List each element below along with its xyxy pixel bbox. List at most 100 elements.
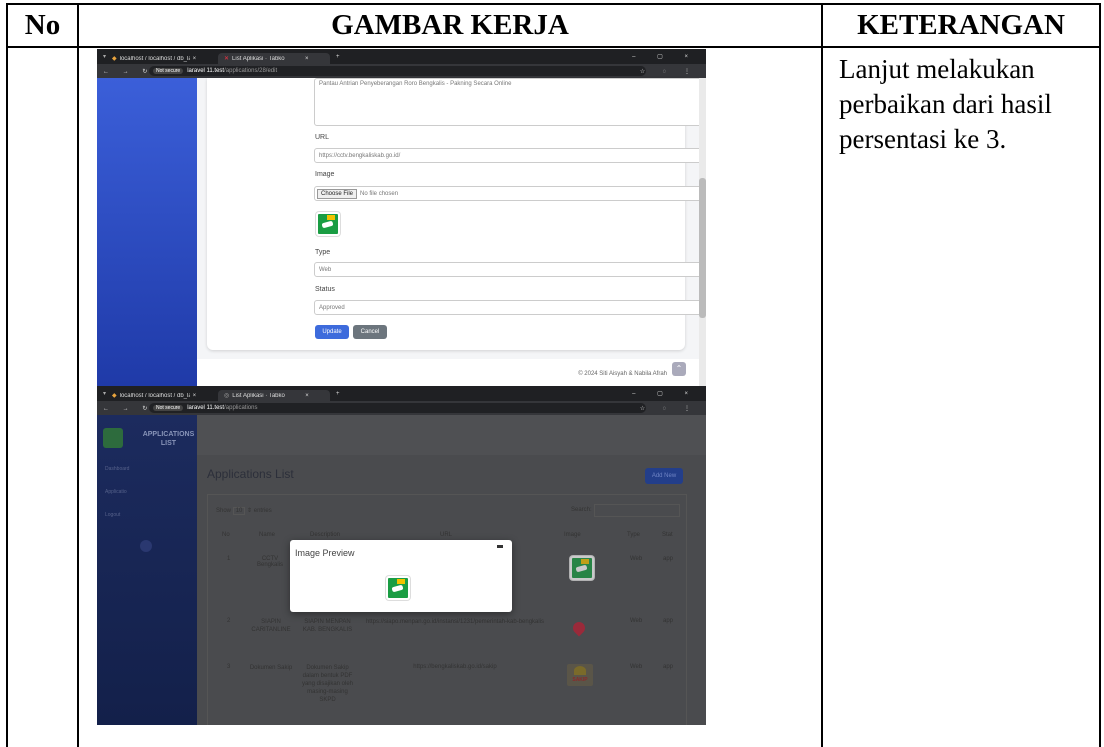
row-type: Web (630, 556, 643, 562)
row-type: Web (630, 664, 643, 670)
row-description: SIAPIN MENPAN KAB. BENGKALIS (302, 619, 353, 633)
update-button[interactable]: Update (315, 325, 349, 339)
browser-tab-active[interactable]: ◎ List Aplikasi · Tabko × (218, 390, 331, 401)
topbar (197, 415, 706, 455)
image-label: Image (315, 171, 335, 178)
column-header-no[interactable]: No (222, 532, 230, 538)
type-select[interactable]: Web⌄ (314, 262, 706, 277)
browser-actions-icon[interactable]: ☆ ◌ ⋮ (640, 405, 698, 412)
url-label: URL (315, 134, 330, 141)
column-header-url[interactable]: URL (440, 532, 452, 538)
search-input[interactable] (594, 504, 680, 517)
nav-arrows-icon[interactable]: ← → ↻ (103, 405, 153, 412)
header-no: No (24, 8, 61, 41)
url-input[interactable]: https://cctv.bengkaliskab.go.id/ (314, 148, 706, 163)
row-url[interactable]: https://bengkaliskab.go.id/sakip (365, 664, 545, 670)
scrollbar[interactable] (699, 78, 706, 386)
window-controls-icon[interactable]: – ▢ × (632, 53, 698, 60)
favicon-icon: ◆ (112, 393, 117, 399)
image-file-input[interactable]: Choose File No file chosen (314, 186, 706, 201)
header-gambar-kerja: GAMBAR KERJA (331, 8, 569, 41)
address-bar[interactable]: Not secure laravel 11.test/applications (149, 403, 646, 413)
table-border-left (6, 3, 8, 747)
not-secure-badge: Not secure (153, 405, 184, 411)
not-secure-badge: Not secure (153, 68, 184, 74)
preview-image-icon (386, 576, 410, 600)
table-border-right (1099, 3, 1101, 747)
row-no: 3 (227, 664, 231, 670)
screenshot-edit-application: ▾ ◆ localhost / localhost / db_lara... ×… (97, 49, 706, 386)
browser-tabbar: ▾ ◆ localhost / localhost / db_lara... ×… (97, 386, 706, 401)
column-header-image[interactable]: Image (564, 532, 581, 538)
sakip-logo[interactable]: SAKIP (567, 664, 593, 686)
search-label: Search: (571, 507, 592, 513)
tab-title: localhost / localhost / db_lara... (119, 55, 190, 62)
sidebar-item-dashboard[interactable]: Dashboard (105, 466, 129, 472)
close-icon[interactable]: × (305, 393, 309, 399)
status-select[interactable]: Approved⌄ (314, 300, 706, 315)
browser-toolbar: ← → ↻ Not secure laravel 11.test/applica… (97, 64, 706, 78)
url-host: laravel 11.test (187, 405, 225, 411)
modal-close-icon[interactable] (497, 545, 503, 548)
row-status: app (663, 664, 674, 670)
header-keterangan: KETERANGAN (857, 8, 1065, 41)
sidebar (97, 78, 197, 386)
no-file-text: No file chosen (360, 190, 399, 197)
browser-tabbar: ▾ ◆ localhost / localhost / db_lara... ×… (97, 49, 706, 64)
sidebar-toggle-icon[interactable] (140, 540, 152, 552)
browser-actions-icon[interactable]: ☆ ◌ ⋮ (640, 68, 698, 75)
row-image-icon[interactable] (570, 556, 594, 580)
nav-arrows-icon[interactable]: ← → ↻ (103, 68, 153, 75)
show-label: Show (216, 508, 232, 514)
tab-title: List Aplikasi · Tabko (232, 55, 285, 62)
description-textarea[interactable]: Pantau Antrian Penyeberangan Roro Bengka… (314, 78, 706, 126)
entries-control[interactable]: Show 10 ⇕ entries (216, 507, 272, 515)
sidebar-item-logout[interactable]: Logout (105, 512, 120, 518)
choose-file-button[interactable]: Choose File (317, 188, 358, 199)
row-no: 2 (227, 618, 231, 624)
page-title: Applications List (207, 467, 294, 481)
browser-tab[interactable]: ◆ localhost / localhost / db_lara... × (106, 53, 218, 64)
image-preview-modal: Image Preview (290, 540, 512, 612)
close-icon[interactable]: × (193, 393, 197, 399)
row-name: Dokumen Sakip (249, 665, 293, 671)
entries-label: entries (253, 508, 272, 514)
row-status: app (663, 556, 674, 562)
row-name: CCTV Bengkalis (256, 556, 283, 568)
table-divider-1 (77, 3, 79, 747)
type-label: Type (315, 249, 331, 256)
sidebar (97, 415, 197, 725)
close-icon[interactable]: × (305, 56, 309, 62)
new-tab-icon[interactable]: + (336, 391, 340, 397)
url-path: /applications (224, 405, 258, 411)
favicon-icon: ✕ (224, 56, 230, 62)
browser-tab[interactable]: ◆ localhost / localhost / db_lara... × (106, 390, 218, 401)
favicon-icon: ◎ (224, 393, 230, 399)
column-header-description[interactable]: Description (310, 532, 340, 538)
column-header-type[interactable]: Type (627, 532, 640, 538)
column-header-name[interactable]: Name (259, 532, 275, 538)
table-header-divider (6, 46, 1101, 48)
window-controls-icon[interactable]: – ▢ × (632, 390, 698, 397)
add-new-button[interactable]: Add New (645, 468, 683, 484)
favicon-icon: ◆ (112, 56, 117, 62)
row-name: SIAPIN CARITANLINE (251, 619, 291, 633)
keterangan-note: Lanjut melakukan perbaikan dari hasil pe… (839, 54, 1052, 154)
scroll-top-icon[interactable]: ⌃ (672, 362, 686, 376)
table-divider-2 (821, 3, 823, 747)
row-type: Web (630, 618, 643, 624)
brand-title: APPLICATIONS LIST (142, 431, 195, 447)
status-label: Status (315, 286, 335, 293)
sidebar-item-applications[interactable]: Applicatio (105, 489, 127, 495)
cctv-app-icon (316, 212, 340, 236)
row-description: Dokumen Sakip dalam bentuk PDF yang disa… (301, 665, 354, 703)
close-icon[interactable]: × (193, 56, 197, 62)
address-bar[interactable]: Not secure laravel 11.test/applications/… (149, 66, 646, 76)
new-tab-icon[interactable]: + (336, 54, 340, 60)
column-header-status[interactable]: Stat (662, 532, 673, 538)
url-host: laravel 11.test (187, 68, 225, 74)
entries-select[interactable]: 10 (232, 507, 246, 515)
row-url[interactable]: https://siapo.menpan.go.id/instansi/1231… (365, 618, 545, 626)
browser-tab-active[interactable]: ✕ List Aplikasi · Tabko × (218, 53, 331, 64)
cancel-button[interactable]: Cancel (353, 325, 387, 339)
